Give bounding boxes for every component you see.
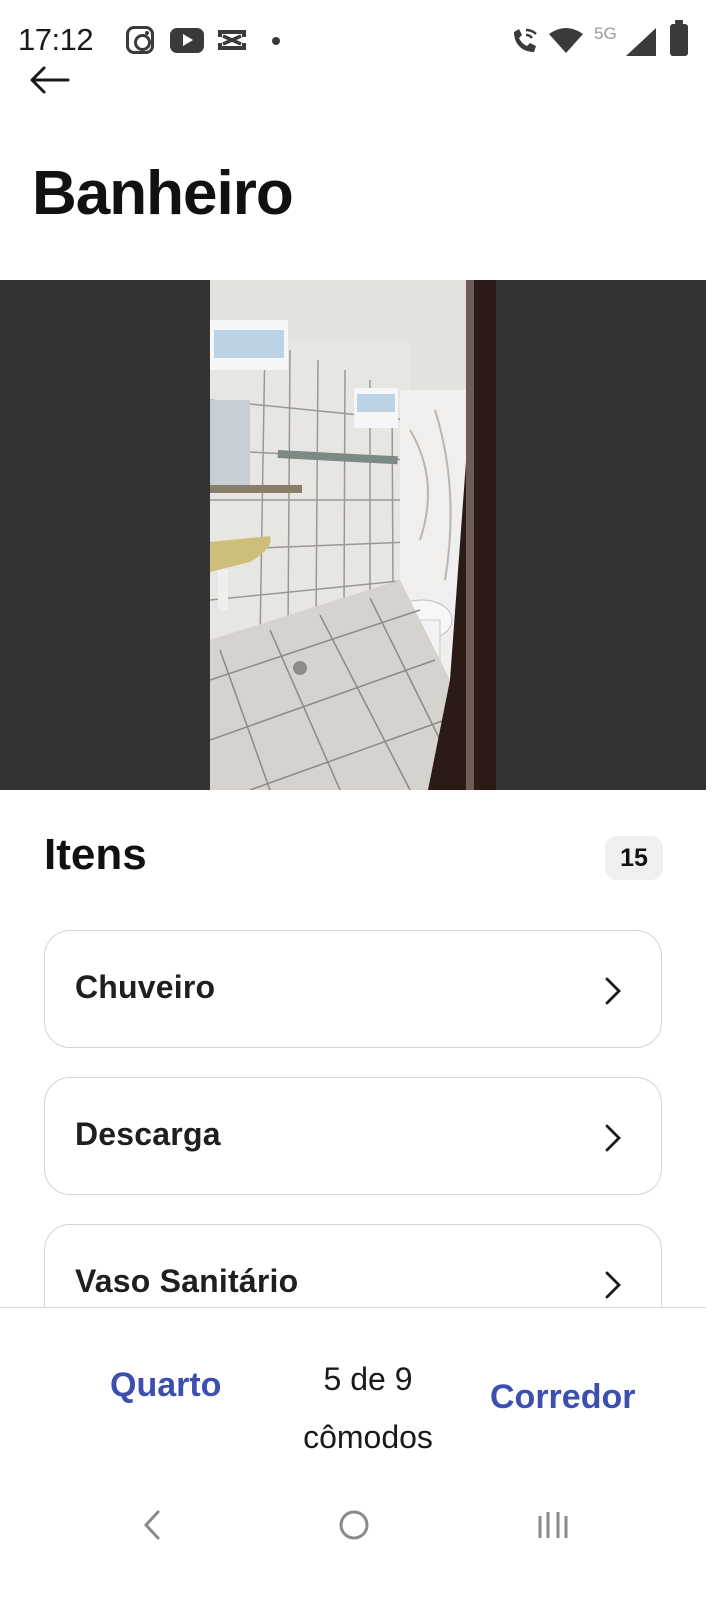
- bathroom-photo-image: [210, 280, 496, 790]
- home-icon[interactable]: [338, 1508, 370, 1542]
- room-progress: 5 de 9 cômodos: [280, 1350, 456, 1466]
- recents-icon[interactable]: [536, 1508, 570, 1542]
- status-time: 17:12: [18, 22, 94, 57]
- instagram-icon: [126, 26, 154, 54]
- photo-viewer: [0, 280, 706, 790]
- list-item-label: Vaso Sanitário: [75, 1263, 299, 1299]
- room-progress-count: 5 de 9: [323, 1361, 413, 1397]
- next-room-button[interactable]: Corredor: [490, 1378, 635, 1417]
- notification-dot-icon: [272, 37, 280, 45]
- items-count-badge: 15: [605, 836, 663, 880]
- room-photo[interactable]: [210, 280, 496, 790]
- signal-icon: [626, 28, 656, 56]
- room-navigation-bar: Quarto 5 de 9 cômodos Corredor: [0, 1307, 706, 1467]
- arrow-left-icon: [30, 66, 70, 94]
- list-item-chuveiro[interactable]: Chuveiro: [44, 930, 662, 1048]
- network-type: 5G: [594, 24, 617, 43]
- battery-icon: [670, 20, 688, 56]
- list-item-vaso-sanitario[interactable]: Vaso Sanitário: [44, 1224, 662, 1308]
- wifi-call-icon: [514, 28, 537, 52]
- wifi-icon: [549, 28, 583, 53]
- items-list: Chuveiro Descarga Vaso Sanitário: [44, 930, 662, 1308]
- list-item-descarga[interactable]: Descarga: [44, 1077, 662, 1195]
- chevron-right-icon: [605, 1271, 621, 1299]
- back-icon[interactable]: [140, 1508, 164, 1542]
- status-bar: 17:12 5G: [0, 0, 720, 80]
- system-navigation-bar: [0, 1480, 720, 1600]
- previous-room-button[interactable]: Quarto: [110, 1366, 221, 1405]
- chevron-right-icon: [605, 1124, 621, 1152]
- page-title: Banheiro: [32, 159, 294, 228]
- chevron-right-icon: [605, 977, 621, 1005]
- capcut-icon: [218, 30, 246, 50]
- room-progress-unit: cômodos: [303, 1419, 433, 1455]
- list-item-label: Descarga: [75, 1116, 221, 1152]
- back-button[interactable]: [28, 62, 72, 98]
- list-item-label: Chuveiro: [75, 969, 216, 1005]
- youtube-icon: [170, 28, 204, 53]
- items-section-title: Itens: [44, 830, 147, 879]
